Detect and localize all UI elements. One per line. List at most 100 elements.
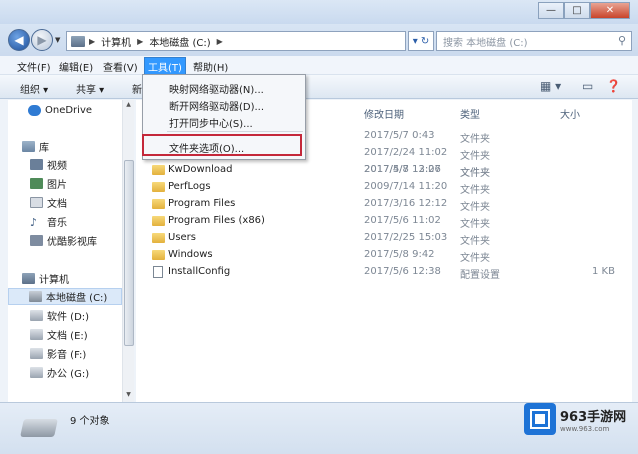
- file-size: 1 KB: [592, 266, 615, 277]
- sidebar-item-d-drive[interactable]: 软件 (D:): [30, 307, 122, 324]
- menu-item-map-drive[interactable]: 映射网络驱动器(N)...: [169, 81, 264, 96]
- folder-icon: [152, 233, 165, 243]
- forward-button[interactable]: ▶: [31, 29, 53, 51]
- breadcrumb-separator-icon[interactable]: ▶: [137, 37, 143, 46]
- sidebar-scrollbar[interactable]: ▲ ▼: [122, 100, 134, 402]
- menu-file[interactable]: 文件(F): [14, 58, 54, 75]
- computer-icon: [22, 273, 35, 284]
- table-row[interactable]: Program Files 2017/3/16 12:12 文件夹: [136, 196, 632, 213]
- recent-pages-dropdown[interactable]: ▼: [55, 36, 60, 44]
- column-type[interactable]: 类型: [460, 106, 480, 121]
- file-type: 文件夹: [460, 151, 490, 162]
- drive-icon: [30, 367, 43, 378]
- sidebar-item-video[interactable]: 视频: [30, 156, 122, 173]
- sidebar-item-label: 优酷影视库: [47, 237, 97, 248]
- sidebar-item-label: 图片: [47, 180, 67, 191]
- music-note-icon: ♪: [30, 216, 38, 229]
- sidebar-item-music[interactable]: ♪ 音乐: [30, 213, 122, 230]
- breadcrumb-c-drive[interactable]: 本地磁盘 (C:): [149, 34, 210, 49]
- sidebar-item-documents[interactable]: 文档: [30, 194, 122, 211]
- maximize-button[interactable]: □: [564, 2, 590, 19]
- file-name: Users: [168, 232, 197, 243]
- sidebar-item-label: 文档: [47, 199, 67, 210]
- cloud-icon: [28, 105, 41, 116]
- sidebar-item-label: 影音 (F:): [47, 350, 87, 361]
- sidebar-item-e-drive[interactable]: 文档 (E:): [30, 326, 122, 343]
- file-name: PerfLogs: [168, 181, 211, 192]
- folder-icon: [152, 250, 165, 260]
- table-row[interactable]: Program Files (x86) 2017/5/6 11:02 文件夹: [136, 213, 632, 230]
- sidebar-item-label: 本地磁盘 (C:): [46, 293, 108, 304]
- column-size[interactable]: 大小: [560, 106, 580, 121]
- file-type: 文件夹: [460, 134, 490, 145]
- sidebar-item-onedrive[interactable]: OneDrive: [28, 102, 122, 119]
- menu-help[interactable]: 帮助(H): [190, 58, 231, 75]
- title-bar: — □ ✕: [0, 0, 638, 24]
- arrow-right-icon: ▶: [37, 33, 47, 47]
- menu-item-sync-center[interactable]: 打开同步中心(S)...: [169, 115, 253, 130]
- computer-folder-icon: [71, 35, 85, 47]
- table-row[interactable]: InstallConfig 2017/5/6 12:38 配置设置 1 KB: [136, 264, 632, 281]
- sidebar-item-pictures[interactable]: 图片: [30, 175, 122, 192]
- refresh-icon: ▾ ↻: [412, 35, 430, 47]
- watermark-brand: 963手游网: [560, 409, 627, 425]
- menu-item-disconnect-drive[interactable]: 断开网络驱动器(D)...: [169, 98, 264, 113]
- arrow-left-icon: ◀: [14, 33, 24, 47]
- view-options-icon[interactable]: ▦ ▾: [540, 79, 561, 93]
- window-controls: — □ ✕: [538, 2, 630, 19]
- folder-icon: [152, 165, 165, 175]
- file-type: 文件夹: [460, 219, 490, 230]
- file-type: 文件夹: [460, 185, 490, 196]
- sidebar-item-youku[interactable]: 优酷影视库: [30, 232, 122, 249]
- table-row[interactable]: Users 2017/2/25 15:03 文件夹: [136, 230, 632, 247]
- drive-icon: [30, 329, 43, 340]
- breadcrumb-separator-icon[interactable]: ▶: [217, 37, 223, 46]
- file-type: 文件夹: [460, 202, 490, 213]
- scroll-down-icon[interactable]: ▼: [123, 391, 134, 401]
- breadcrumb-separator-icon[interactable]: ▶: [89, 37, 95, 46]
- table-row[interactable]: Windows 2017/5/8 9:42 文件夹: [136, 247, 632, 264]
- config-file-icon: [153, 266, 163, 278]
- file-name: Program Files (x86): [168, 215, 265, 226]
- minimize-button[interactable]: —: [538, 2, 564, 19]
- sidebar-item-computer[interactable]: 计算机: [22, 270, 122, 287]
- back-button[interactable]: ◀: [8, 29, 30, 51]
- folder-icon: [152, 199, 165, 209]
- folder-icon: [152, 182, 165, 192]
- file-date: 2017/5/8 9:42: [364, 249, 435, 260]
- sidebar-item-library[interactable]: 库: [22, 138, 122, 155]
- file-date: 2017/5/6 12:38: [364, 266, 441, 277]
- scroll-up-icon[interactable]: ▲: [123, 101, 134, 111]
- file-date: 2017/5/6 11:02: [364, 215, 441, 226]
- refresh-button[interactable]: ▾ ↻: [408, 31, 434, 51]
- table-row[interactable]: KwDownload 2017/5/7 12:26 文件夹: [136, 162, 632, 179]
- column-date[interactable]: 修改日期: [364, 106, 404, 121]
- drive-icon: [20, 419, 58, 437]
- file-type: 文件夹: [460, 253, 490, 264]
- address-bar[interactable]: ▶ 计算机 ▶ 本地磁盘 (C:) ▶: [66, 31, 406, 51]
- table-row[interactable]: PerfLogs 2009/7/14 11:20 文件夹: [136, 179, 632, 196]
- sidebar-item-g-drive[interactable]: 办公 (G:): [30, 364, 122, 381]
- video-library-icon: [30, 235, 43, 246]
- menu-view[interactable]: 查看(V): [100, 58, 141, 75]
- search-input[interactable]: 搜索 本地磁盘 (C:) ⚲: [436, 31, 632, 51]
- preview-pane-icon[interactable]: ▭: [582, 79, 593, 93]
- file-type: 配置设置: [460, 270, 500, 281]
- menu-edit[interactable]: 编辑(E): [56, 58, 96, 75]
- sidebar-item-f-drive[interactable]: 影音 (F:): [30, 345, 122, 362]
- video-icon: [30, 159, 43, 170]
- close-button[interactable]: ✕: [590, 2, 630, 19]
- help-icon[interactable]: ❓: [606, 79, 621, 93]
- file-name: InstallConfig: [168, 266, 231, 277]
- organize-button[interactable]: 组织 ▾: [20, 81, 48, 96]
- file-date: 2009/7/14 11:20: [364, 181, 448, 192]
- address-row: ◀ ▶ ▼ ▶ 计算机 ▶ 本地磁盘 (C:) ▶ ▾ ↻ 搜索 本地磁盘 (C…: [0, 24, 638, 56]
- command-bar: 组织 ▾ 共享 ▾ 新 ▦ ▾ ▭ ❓: [0, 75, 638, 99]
- share-button[interactable]: 共享 ▾: [76, 81, 104, 96]
- scrollbar-thumb[interactable]: [124, 160, 134, 346]
- breadcrumb-computer[interactable]: 计算机: [101, 34, 131, 49]
- sidebar-item-label: 文档 (E:): [47, 331, 88, 342]
- file-name: Windows: [168, 249, 213, 260]
- new-folder-button[interactable]: 新: [132, 81, 142, 96]
- sidebar-item-c-drive[interactable]: 本地磁盘 (C:): [8, 288, 122, 305]
